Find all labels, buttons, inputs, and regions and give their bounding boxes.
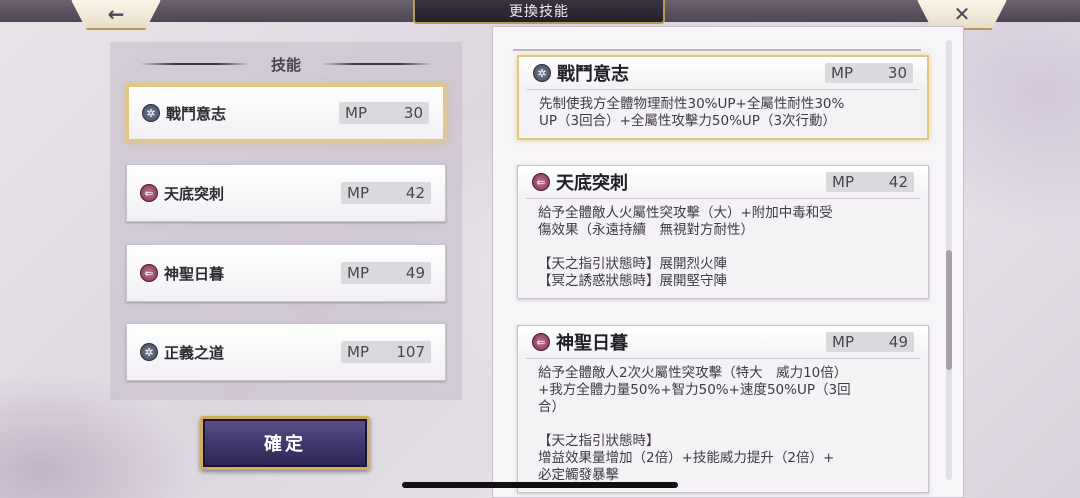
skill-item-4[interactable]: ✲ 正義之道 MP 107 — [126, 323, 446, 381]
detail-header: ⇐ 神聖日暮 MP 49 — [518, 326, 928, 358]
skill-item-2[interactable]: ⇐ 天底突刺 MP 42 — [126, 164, 446, 222]
skill-item-1[interactable]: ✲ 戰鬥意志 MP 30 — [126, 84, 446, 142]
home-indicator[interactable] — [402, 482, 678, 488]
skill-description: 給予全體敵人2次火屬性突攻擊（特大 威力10倍） +我方全體力量50%+智力50… — [538, 365, 851, 483]
mp-label: MP — [345, 104, 367, 122]
mp-cost: MP 30 — [339, 102, 429, 124]
mp-label: MP — [831, 64, 853, 82]
skill-name: 天底突刺 — [164, 184, 225, 203]
skill-name: 神聖日暮 — [164, 264, 225, 283]
mp-value: 49 — [405, 264, 425, 282]
skill-list-title: 技能 — [270, 55, 301, 74]
mp-cost: MP 49 — [341, 262, 431, 284]
mp-cost: MP 30 — [825, 63, 913, 83]
mp-label: MP — [347, 184, 369, 202]
skill-description: 先制使我方全體物理耐性30%UP+全屬性耐性30% UP（3回合）+全屬性攻擊力… — [539, 96, 845, 129]
attack-icon: ⇐ — [532, 333, 550, 351]
buff-icon: ✲ — [142, 104, 160, 122]
mp-label: MP — [347, 343, 369, 361]
skill-detail-card-3[interactable]: ⇐ 神聖日暮 MP 49 給予全體敵人2次火屬性突攻擊（特大 威力10倍） +我… — [517, 325, 929, 493]
attack-icon: ⇐ — [140, 264, 158, 282]
detail-header: ✲ 戰鬥意志 MP 30 — [519, 57, 927, 89]
back-arrow-icon: ← — [107, 2, 125, 26]
attack-icon: ⇐ — [532, 173, 550, 191]
skill-name: 正義之道 — [164, 343, 225, 362]
close-icon: ✕ — [953, 2, 971, 26]
mp-value: 49 — [888, 333, 908, 351]
confirm-button[interactable]: 確定 — [200, 416, 370, 470]
detail-skill-name: 天底突刺 — [556, 173, 628, 194]
mp-cost: MP 42 — [341, 182, 431, 204]
buff-icon: ✲ — [140, 343, 158, 361]
skill-item-3[interactable]: ⇐ 神聖日暮 MP 49 — [126, 244, 446, 302]
mp-cost: MP 42 — [826, 172, 914, 192]
mp-value: 42 — [888, 173, 908, 191]
mp-label: MP — [832, 173, 854, 191]
mp-value: 30 — [403, 104, 423, 122]
skill-name: 戰鬥意志 — [166, 104, 227, 123]
skill-detail-card-2[interactable]: ⇐ 天底突刺 MP 42 給予全體敵人火屬性突攻擊（大）+附加中毒和受 傷效果（… — [517, 165, 929, 299]
mp-cost: MP 49 — [826, 332, 914, 352]
skill-detail-panel: ✲ 戰鬥意志 MP 30 先制使我方全體物理耐性30%UP+全屬性耐性30% U… — [492, 26, 964, 498]
detail-header: ⇐ 天底突刺 MP 42 — [518, 166, 928, 198]
detail-scrollbar-thumb[interactable] — [946, 250, 952, 370]
mp-label: MP — [832, 333, 854, 351]
mp-label: MP — [347, 264, 369, 282]
mp-value: 42 — [405, 184, 425, 202]
mp-value: 30 — [887, 64, 907, 82]
skill-list-panel: 技能 ✲ 戰鬥意志 MP 30 ⇐ 天底突刺 MP 42 ⇐ 神聖日暮 MP 4… — [110, 42, 462, 400]
buff-icon: ✲ — [533, 64, 551, 82]
back-button[interactable]: ← — [70, 0, 162, 30]
skill-description: 給予全體敵人火屬性突攻擊（大）+附加中毒和受 傷效果（永遠持續 無視對方耐性） … — [538, 205, 833, 289]
detail-skill-name: 神聖日暮 — [556, 333, 628, 354]
mp-value: 107 — [396, 343, 425, 361]
attack-icon: ⇐ — [140, 184, 158, 202]
skill-detail-card-1[interactable]: ✲ 戰鬥意志 MP 30 先制使我方全體物理耐性30%UP+全屬性耐性30% U… — [517, 55, 929, 140]
page-title: 更換技能 — [413, 0, 665, 24]
detail-skill-name: 戰鬥意志 — [557, 64, 629, 85]
detail-top-divider — [513, 49, 921, 51]
mp-cost: MP 107 — [341, 341, 431, 363]
